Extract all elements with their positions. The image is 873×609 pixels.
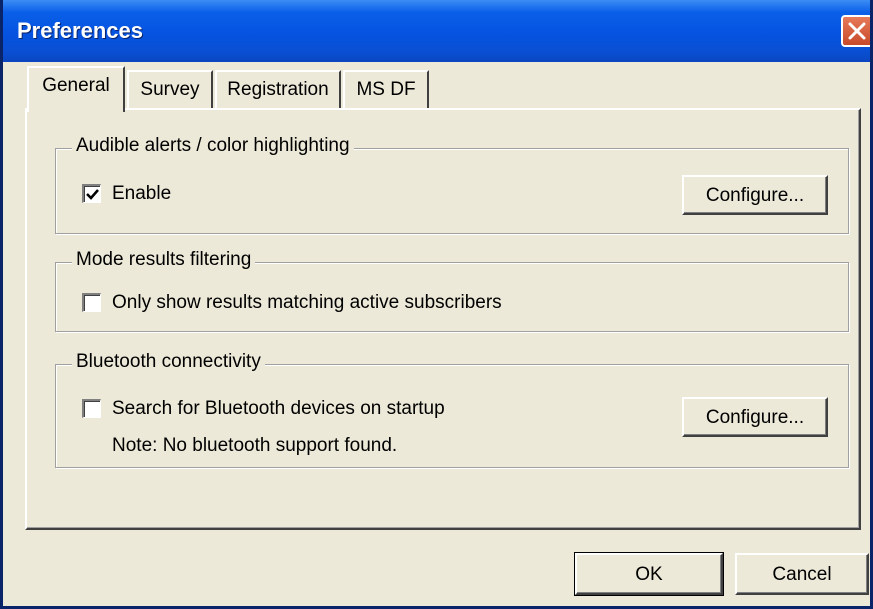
general-tab-panel: Audible alerts / color highlighting Enab… [25,108,861,530]
tab-survey[interactable]: Survey [127,70,213,110]
audible-configure-label: Configure... [705,185,805,206]
bluetooth-group: Bluetooth connectivity Search for Blueto… [55,351,849,468]
audible-alerts-group: Audible alerts / color highlighting Enab… [55,135,849,234]
tab-general-label: General [42,75,110,96]
bluetooth-startup-checkbox[interactable] [82,399,101,418]
audible-alerts-title: Audible alerts / color highlighting [72,135,354,157]
tab-survey-label: Survey [140,79,200,100]
tab-registration[interactable]: Registration [215,70,341,110]
ok-button[interactable]: OK [574,552,724,596]
tab-ms-df[interactable]: MS DF [343,70,429,110]
bluetooth-configure-label: Configure... [705,407,805,428]
only-show-matching-label[interactable]: Only show results matching active subscr… [112,292,502,314]
tab-general[interactable]: General [27,66,125,112]
window-title: Preferences [17,18,143,43]
checkmark-icon [86,189,99,200]
close-icon [848,22,866,40]
bluetooth-title: Bluetooth connectivity [72,351,265,373]
tab-ms-df-label: MS DF [356,79,416,100]
mode-filtering-group: Mode results filtering Only show results… [55,249,849,332]
tab-registration-label: Registration [227,79,329,100]
preferences-dialog: Preferences General Survey Registration … [0,0,873,609]
ok-label: OK [635,564,663,585]
close-button[interactable] [841,15,870,47]
mode-filtering-title: Mode results filtering [72,249,256,271]
cancel-label: Cancel [772,564,832,585]
enable-checkbox[interactable] [82,184,101,203]
enable-label[interactable]: Enable [112,183,171,205]
bluetooth-startup-label[interactable]: Search for Bluetooth devices on startup [112,398,445,420]
audible-configure-button[interactable]: Configure... [682,175,828,215]
bluetooth-note: Note: No bluetooth support found. [112,435,398,456]
title-bar[interactable]: Preferences [3,0,870,62]
bluetooth-configure-button[interactable]: Configure... [682,397,828,437]
only-show-matching-checkbox[interactable] [82,293,101,312]
cancel-button[interactable]: Cancel [735,553,869,595]
